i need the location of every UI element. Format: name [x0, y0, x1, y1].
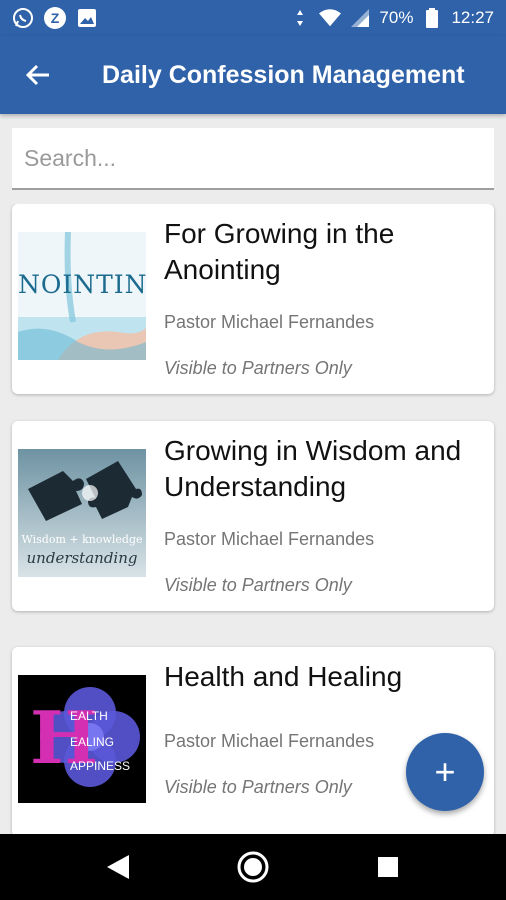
wisdom-thumbnail: Wisdom + knowledge understanding [18, 449, 146, 577]
battery-icon [421, 7, 443, 29]
back-triangle-icon [106, 855, 129, 879]
add-confession-button[interactable]: + [406, 733, 484, 811]
image-icon [76, 7, 98, 29]
signal-icon [349, 7, 371, 29]
search-input[interactable] [24, 144, 494, 172]
card-title: Growing in Wisdom and Understanding [164, 435, 462, 502]
home-circle-icon [237, 851, 269, 883]
card-visibility: Visible to Partners Only [164, 575, 352, 595]
recents-square-icon [378, 857, 399, 877]
nav-back-button[interactable] [88, 837, 148, 897]
thumbnail-subtext: understanding [26, 549, 138, 567]
arrow-left-icon [25, 64, 49, 86]
app-bar: Daily Confession Management [0, 36, 506, 114]
status-left: Z [12, 7, 98, 29]
thumbnail-line-3: APPINESS [70, 759, 131, 773]
card-visibility: Visible to Partners Only [164, 358, 352, 378]
thumbnail-line-1: EALTH [70, 709, 108, 723]
card-author: Pastor Michael Fernandes [164, 731, 375, 751]
thumbnail-line-2: EALING [70, 735, 115, 749]
card-visibility: Visible to Partners Only [164, 777, 352, 797]
whatsapp-icon [12, 7, 34, 29]
health-thumbnail: H EALTH EALING APPINESS [18, 675, 146, 803]
nav-home-button[interactable] [223, 837, 283, 897]
status-bar: Z 70% 12:27 [0, 0, 506, 36]
thumbnail-text: NOINTIN [18, 270, 146, 299]
z-app-icon: Z [44, 7, 66, 29]
battery-percent: 70% [379, 8, 414, 27]
system-nav-bar [0, 834, 506, 900]
vibrate-icon [289, 7, 311, 29]
anointing-thumbnail: NOINTIN [18, 232, 146, 360]
card-title: Health and Healing [164, 661, 403, 692]
card-author: Pastor Michael Fernandes [164, 529, 375, 549]
confession-card[interactable]: Wisdom + knowledge understanding Growing… [12, 421, 494, 611]
back-button[interactable] [8, 36, 68, 114]
card-author: Pastor Michael Fernandes [164, 312, 375, 332]
plus-icon: + [434, 751, 456, 792]
thumbnail-text: Wisdom + knowledge [21, 533, 143, 546]
card-title: For Growing in the Anointing [164, 218, 395, 285]
page-title: Daily Confession Management [102, 60, 465, 89]
wifi-icon [319, 7, 342, 29]
status-right: 70% 12:27 [289, 7, 494, 29]
nav-recents-button[interactable] [358, 837, 418, 897]
search-box [12, 128, 494, 190]
clock: 12:27 [451, 8, 494, 27]
confession-card[interactable]: NOINTIN For Growing in the Anointing Pas… [12, 204, 494, 394]
